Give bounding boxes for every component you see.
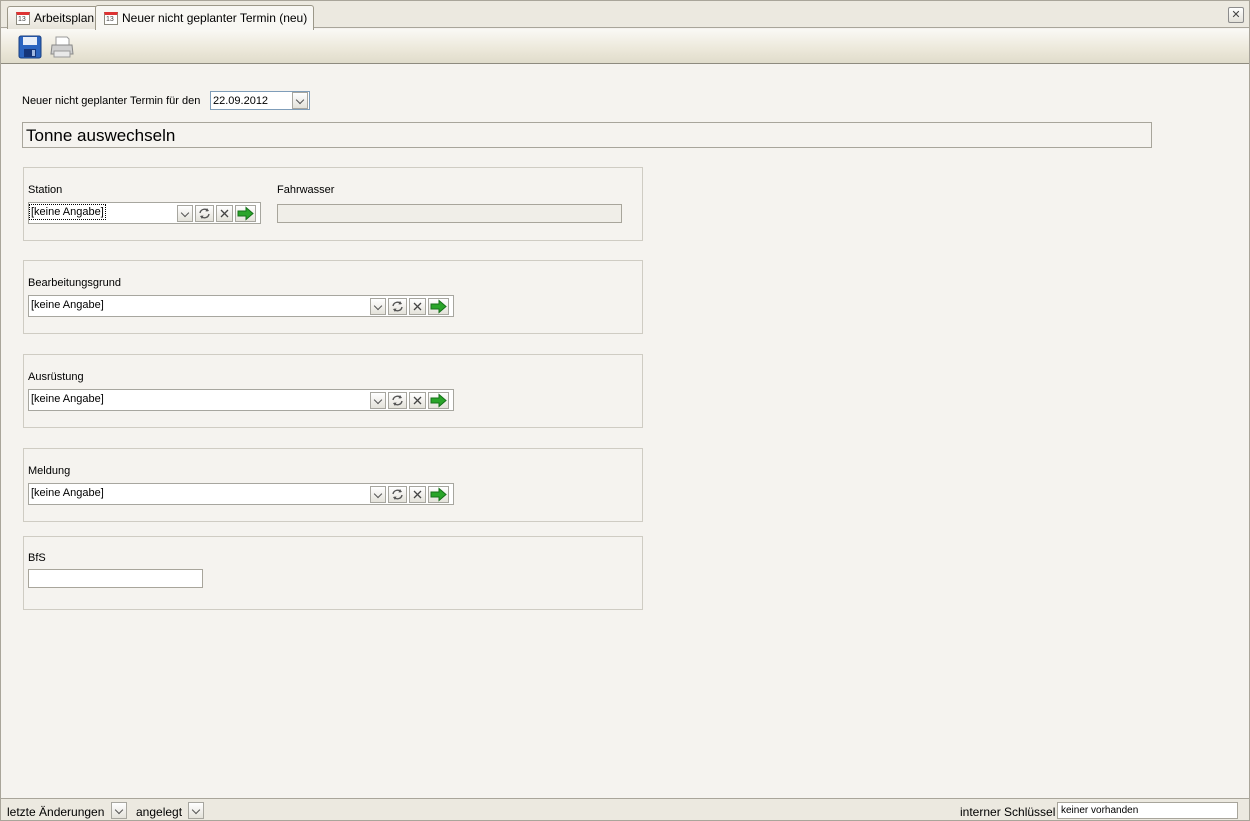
- bfs-input[interactable]: [28, 569, 203, 588]
- date-label: Neuer nicht geplanter Termin für den: [22, 95, 201, 107]
- bearbeitungsgrund-combo[interactable]: [keine Angabe]: [28, 295, 454, 317]
- chevron-down-icon[interactable]: [370, 486, 386, 503]
- fahrwasser-field: [277, 204, 622, 223]
- station-value: [keine Angabe]: [29, 204, 106, 220]
- refresh-icon[interactable]: [388, 298, 407, 315]
- goto-arrow-icon[interactable]: [428, 486, 449, 503]
- bearbeitungsgrund-label: Bearbeitungsgrund: [28, 277, 121, 289]
- chevron-down-icon[interactable]: [177, 205, 193, 222]
- calendar-icon: [16, 11, 30, 25]
- close-icon[interactable]: ✕: [1228, 7, 1244, 23]
- tab-label: Arbeitsplan: [34, 11, 95, 25]
- date-value: 22.09.2012: [213, 95, 269, 107]
- ausruestung-label: Ausrüstung: [28, 371, 84, 383]
- goto-arrow-icon[interactable]: [428, 392, 449, 409]
- station-group: Station Fahrwasser [keine Angabe]: [23, 167, 643, 241]
- tab-strip: Arbeitsplan Neuer nicht geplanter Termin…: [1, 1, 1249, 30]
- station-combo[interactable]: [keine Angabe]: [28, 202, 261, 224]
- created-label: angelegt: [136, 805, 183, 819]
- fahrwasser-label: Fahrwasser: [277, 184, 335, 196]
- status-bar: letzte Änderungen angelegt interner Schl…: [1, 798, 1249, 820]
- ausruestung-group: Ausrüstung [keine Angabe]: [23, 354, 643, 428]
- refresh-icon[interactable]: [195, 205, 214, 222]
- bfs-group: BfS: [23, 536, 643, 610]
- bearbeitungsgrund-group: Bearbeitungsgrund [keine Angabe]: [23, 260, 643, 334]
- meldung-group: Meldung [keine Angabe]: [23, 448, 643, 522]
- title-field[interactable]: Tonne auswechseln: [22, 122, 1152, 148]
- chevron-down-icon[interactable]: [370, 392, 386, 409]
- clear-icon[interactable]: [409, 298, 426, 315]
- chevron-down-icon[interactable]: [370, 298, 386, 315]
- internal-key-label: interner Schlüssel: [960, 805, 1056, 819]
- chevron-down-icon[interactable]: [292, 92, 308, 109]
- date-picker[interactable]: 22.09.2012: [210, 91, 310, 110]
- clear-icon[interactable]: [216, 205, 233, 222]
- clear-icon[interactable]: [409, 486, 426, 503]
- last-changes-label: letzte Änderungen: [7, 805, 105, 819]
- meldung-label: Meldung: [28, 465, 71, 477]
- refresh-icon[interactable]: [388, 392, 407, 409]
- ausruestung-value: [keine Angabe]: [31, 393, 104, 405]
- meldung-combo[interactable]: [keine Angabe]: [28, 483, 454, 505]
- meldung-value: [keine Angabe]: [31, 487, 104, 499]
- bearbeitungsgrund-value: [keine Angabe]: [31, 299, 104, 311]
- chevron-down-icon[interactable]: [111, 802, 127, 819]
- printer-icon[interactable]: [49, 34, 75, 60]
- internal-key-field: keiner vorhanden: [1057, 802, 1238, 819]
- tab-new-appointment[interactable]: Neuer nicht geplanter Termin (neu): [95, 5, 315, 30]
- title-text: Tonne auswechseln: [26, 126, 176, 145]
- ausruestung-combo[interactable]: [keine Angabe]: [28, 389, 454, 411]
- clear-icon[interactable]: [409, 392, 426, 409]
- refresh-icon[interactable]: [388, 486, 407, 503]
- bfs-label: BfS: [28, 552, 46, 564]
- goto-arrow-icon[interactable]: [235, 205, 256, 222]
- tab-label: Neuer nicht geplanter Termin (neu): [122, 11, 308, 25]
- goto-arrow-icon[interactable]: [428, 298, 449, 315]
- toolbar: [1, 29, 1249, 64]
- station-label: Station: [28, 184, 63, 196]
- save-icon[interactable]: [17, 34, 43, 60]
- chevron-down-icon[interactable]: [188, 802, 204, 819]
- calendar-icon: [104, 11, 118, 25]
- tab-arbeitsplan[interactable]: Arbeitsplan: [7, 6, 102, 29]
